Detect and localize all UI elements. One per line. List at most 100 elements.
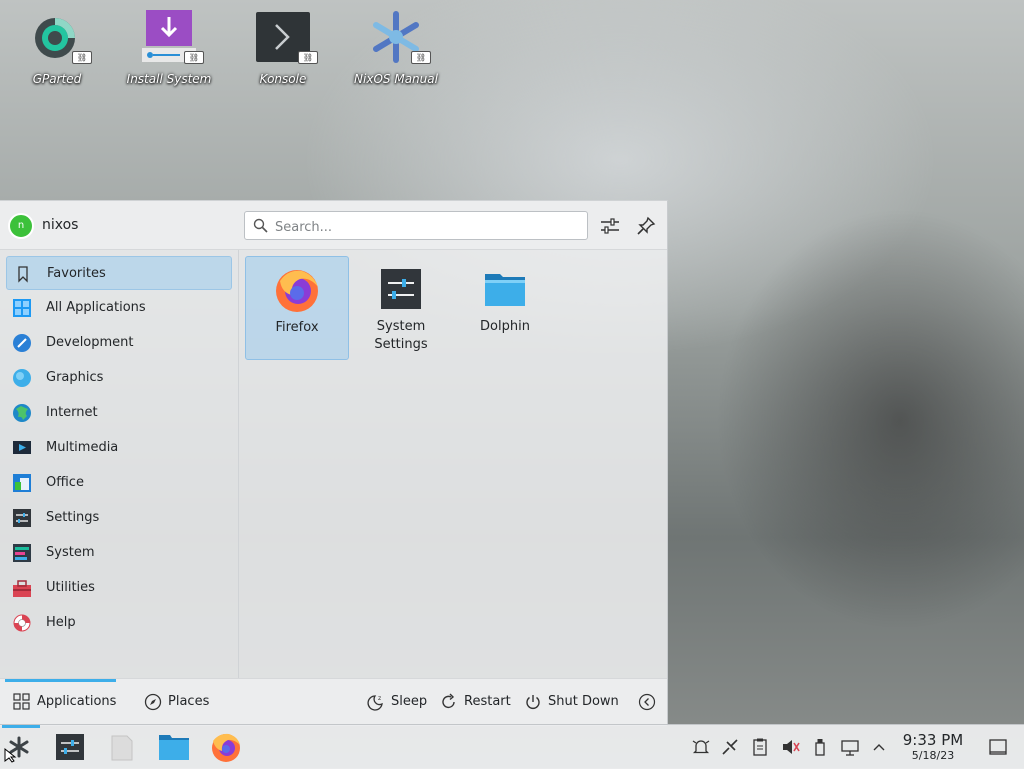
clipboard-icon[interactable] xyxy=(750,737,770,757)
link-emblem-icon: ⛓ xyxy=(184,51,204,64)
category-settings[interactable]: Settings xyxy=(6,501,232,535)
gparted-icon: ⛓ xyxy=(28,8,92,66)
app-system-settings[interactable]: System Settings xyxy=(349,256,453,360)
shut-down-button[interactable]: Shut Down xyxy=(524,691,619,715)
nixos-snowflake-icon: ⛓ xyxy=(367,8,431,66)
pin-button[interactable] xyxy=(634,214,658,238)
globe-icon xyxy=(13,404,31,422)
tab-label: Places xyxy=(168,694,210,709)
category-label: Favorites xyxy=(47,266,106,281)
tab-places[interactable]: Places xyxy=(138,679,218,726)
tab-label: Applications xyxy=(37,694,117,709)
action-label: Shut Down xyxy=(548,694,619,709)
firefox-icon xyxy=(274,267,320,313)
notifications-icon[interactable] xyxy=(691,737,711,757)
application-launcher: n nixos Search... Favorites All Applicat… xyxy=(0,200,668,726)
taskbar-dolphin[interactable] xyxy=(157,731,191,763)
grid-icon xyxy=(13,299,31,317)
taskbar-discover[interactable] xyxy=(105,731,139,763)
category-label: Utilities xyxy=(46,580,95,595)
sleep-button[interactable]: z Sleep xyxy=(367,691,427,715)
svg-text:z: z xyxy=(378,695,381,702)
desktop-icon-install-system[interactable]: ⛓ Install System xyxy=(114,8,224,86)
category-label: Help xyxy=(46,615,76,630)
nixos-launcher-icon xyxy=(4,736,29,763)
category-label: All Applications xyxy=(46,300,146,315)
lifebuoy-icon xyxy=(13,614,31,632)
app-label: System Settings xyxy=(374,319,428,352)
desktop-icon-label: Install System xyxy=(126,72,212,86)
desktop-icon-nixos-manual[interactable]: ⛓ NixOS Manual xyxy=(341,8,451,86)
more-actions-button[interactable] xyxy=(638,691,658,715)
restart-button[interactable]: Restart xyxy=(440,691,511,715)
launcher-footer: Applications Places z Sleep Restart Shut… xyxy=(0,678,667,726)
volume-muted-icon[interactable] xyxy=(780,737,800,757)
clock-time[interactable]: 9:33 PM xyxy=(896,731,970,749)
install-icon: ⛓ xyxy=(140,8,204,66)
category-office[interactable]: Office xyxy=(6,466,232,500)
category-internet[interactable]: Internet xyxy=(6,396,232,430)
search-input[interactable] xyxy=(273,216,577,238)
app-label: Firefox xyxy=(275,320,319,335)
category-graphics[interactable]: Graphics xyxy=(6,361,232,395)
package-icon xyxy=(111,735,133,761)
category-sidebar: Favorites All Applications Development G… xyxy=(0,250,239,678)
app-firefox[interactable]: Firefox xyxy=(245,256,349,360)
show-desktop-icon[interactable] xyxy=(988,737,1008,757)
category-development[interactable]: Development xyxy=(6,326,232,360)
removable-device-icon[interactable] xyxy=(810,737,830,757)
category-help[interactable]: Help xyxy=(6,606,232,640)
launcher-active-indicator xyxy=(2,725,40,728)
category-label: Office xyxy=(46,475,84,490)
search-icon xyxy=(253,218,268,233)
link-emblem-icon: ⛓ xyxy=(298,51,318,64)
app-label: Dolphin xyxy=(480,319,530,334)
network-icon[interactable] xyxy=(840,737,860,757)
category-system[interactable]: System xyxy=(6,536,232,570)
sliders-icon xyxy=(601,218,619,234)
category-label: Development xyxy=(46,335,134,350)
system-icon xyxy=(13,544,31,562)
category-all-applications[interactable]: All Applications xyxy=(6,291,232,325)
desktop-icon-gparted[interactable]: ⛓ GParted xyxy=(2,8,112,86)
development-icon xyxy=(13,334,31,352)
folder-icon xyxy=(159,735,189,760)
desktop-icon-label: Konsole xyxy=(259,72,307,86)
desktop-icon-label: NixOS Manual xyxy=(354,72,438,86)
application-launcher-button[interactable] xyxy=(2,731,36,763)
configure-button[interactable] xyxy=(598,214,622,238)
pin-icon xyxy=(637,216,656,235)
category-label: Internet xyxy=(46,405,98,420)
tab-applications[interactable]: Applications xyxy=(5,679,116,726)
avatar[interactable]: n xyxy=(8,213,34,239)
category-label: Multimedia xyxy=(46,440,119,455)
username: nixos xyxy=(42,217,79,233)
taskbar-system-settings[interactable] xyxy=(53,731,87,763)
category-utilities[interactable]: Utilities xyxy=(6,571,232,605)
search-box[interactable] xyxy=(244,211,588,240)
office-icon xyxy=(13,474,31,492)
tab-applications-content: Applications xyxy=(13,691,117,715)
launcher-header: n nixos xyxy=(0,201,667,250)
tab-places-content: Places xyxy=(144,691,218,715)
konsole-icon: ⛓ xyxy=(254,8,318,66)
category-favorites[interactable]: Favorites xyxy=(6,256,232,290)
category-multimedia[interactable]: Multimedia xyxy=(6,431,232,465)
system-settings-icon xyxy=(56,734,84,760)
clock-date[interactable]: 5/18/23 xyxy=(896,749,970,762)
taskbar: 9:33 PM 5/18/23 xyxy=(0,724,1024,769)
category-label: Graphics xyxy=(46,370,104,385)
graphics-icon xyxy=(13,369,31,387)
system-settings-icon xyxy=(378,266,424,312)
chevron-left-icon xyxy=(638,693,656,711)
firefox-icon xyxy=(212,733,240,762)
chevron-up-icon[interactable] xyxy=(869,737,889,757)
category-label: System xyxy=(46,545,95,560)
taskbar-firefox[interactable] xyxy=(209,731,243,763)
action-label: Restart xyxy=(464,694,511,709)
grid-icon xyxy=(13,693,30,710)
kde-connect-icon[interactable] xyxy=(720,737,740,757)
desktop-icon-konsole[interactable]: ⛓ Konsole xyxy=(228,8,338,86)
link-emblem-icon: ⛓ xyxy=(411,51,431,64)
app-dolphin[interactable]: Dolphin xyxy=(453,256,557,360)
